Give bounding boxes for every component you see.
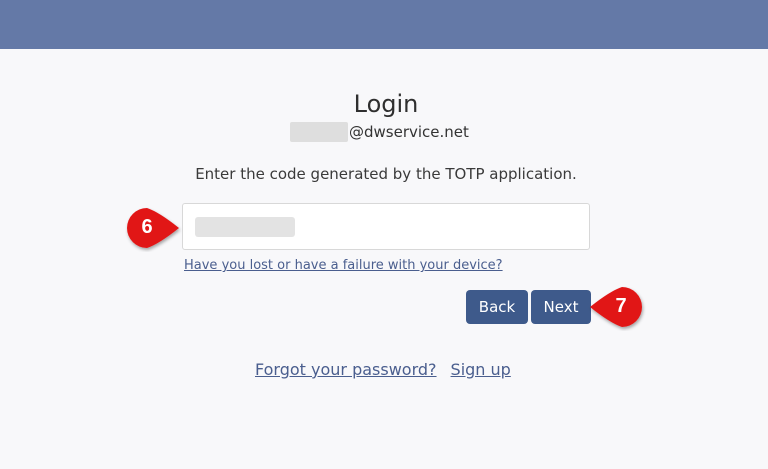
step-callout-6: 6 [121,204,183,252]
account-domain: @dwservice.net [349,123,469,141]
next-button[interactable]: Next [531,290,591,324]
blurred-username [290,122,348,142]
back-button[interactable]: Back [466,290,528,324]
totp-code-input[interactable] [182,203,590,250]
lost-device-link[interactable]: Have you lost or have a failure with you… [184,258,503,273]
step-callout-7: 7 [586,283,648,331]
totp-instruction: Enter the code generated by the TOTP app… [195,165,577,183]
callout-number: 7 [615,295,627,317]
page-title: Login [353,90,419,118]
sign-up-link[interactable]: Sign up [451,360,511,379]
top-header-bar [0,0,768,49]
bottom-links: Forgot your password? Sign up [255,360,511,379]
blurred-code-value [195,217,295,237]
account-identifier: @dwservice.net [290,122,469,142]
forgot-password-link[interactable]: Forgot your password? [255,360,437,379]
callout-number: 6 [141,216,153,238]
